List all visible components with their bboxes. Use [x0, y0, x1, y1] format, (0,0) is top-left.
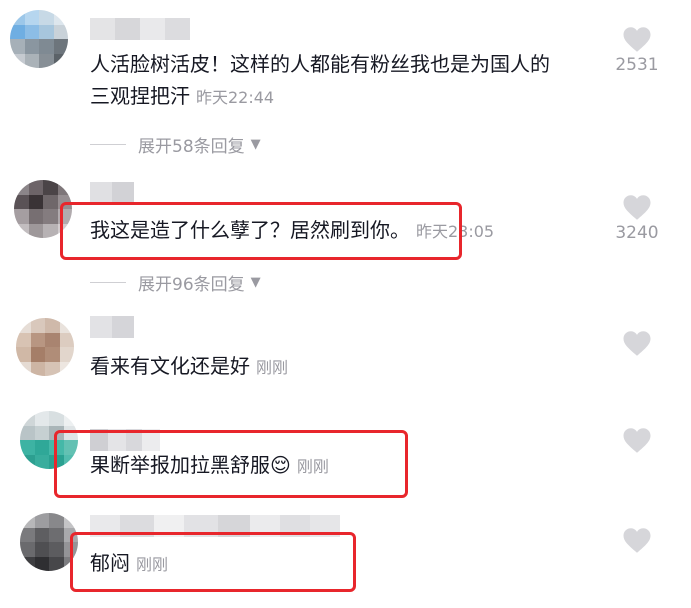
comment-time: 昨天22:44 [196, 88, 275, 107]
avatar[interactable] [20, 513, 78, 571]
comment-text-line: 人活脸树活皮！这样的人都能有粉丝我也是为国人的 [90, 52, 550, 76]
comment-text: 郁闷 刚刚 [90, 547, 168, 581]
comment-item: 看来有文化还是好 刚刚 [0, 310, 691, 405]
comment-text: 我这是造了什么孽了？居然刷到你。 昨天23:05 [90, 214, 494, 248]
expand-replies-button[interactable]: 展开96条回复 ▼ [90, 270, 261, 295]
comment-item: 郁闷 刚刚 [0, 505, 691, 608]
heart-icon [623, 195, 651, 220]
comment-text: 人活脸树活皮！这样的人都能有粉丝我也是为国人的 三观捏把汗 昨天22:44 [90, 48, 550, 114]
avatar[interactable] [16, 318, 74, 376]
comment-text-line: 三观捏把汗 昨天22:44 [90, 80, 550, 114]
like-button[interactable]: 3240 [607, 194, 667, 243]
avatar[interactable] [10, 10, 68, 68]
comment-time: 昨天23:05 [416, 222, 495, 241]
heart-icon [623, 528, 651, 553]
comment-text-line: 郁闷 [90, 551, 130, 575]
like-button[interactable] [607, 330, 667, 357]
like-button[interactable] [607, 427, 667, 454]
comment-time: 刚刚 [136, 555, 169, 574]
username-blurred[interactable] [90, 316, 134, 338]
relieved-face-emoji: 😌 [270, 453, 291, 477]
comment-time: 刚刚 [296, 457, 329, 476]
heart-icon [623, 331, 651, 356]
expand-replies-label: 展开96条回复 [138, 275, 245, 295]
avatar[interactable] [20, 411, 78, 469]
username-blurred[interactable] [90, 429, 160, 451]
comment-item: 果断举报加拉黑舒服😌 刚刚 [0, 405, 691, 505]
like-count: 2531 [615, 55, 659, 75]
username-blurred[interactable] [90, 515, 340, 537]
divider-line [90, 282, 126, 283]
comment-time: 刚刚 [256, 358, 289, 377]
avatar[interactable] [14, 180, 72, 238]
username-blurred[interactable] [90, 182, 134, 204]
comment-text-line: 我这是造了什么孽了？居然刷到你。 [90, 218, 410, 242]
like-button[interactable]: 2531 [607, 26, 667, 75]
triangle-down-icon: ▼ [250, 137, 261, 152]
triangle-down-icon: ▼ [250, 275, 261, 290]
expand-replies-label: 展开58条回复 [138, 137, 245, 157]
comment-text: 果断举报加拉黑舒服😌 刚刚 [90, 449, 329, 483]
comment-item: 我这是造了什么孽了？居然刷到你。 昨天23:05 3240 展开96条回复 ▼ [0, 170, 691, 310]
comment-item: 人活脸树活皮！这样的人都能有粉丝我也是为国人的 三观捏把汗 昨天22:44 253… [0, 0, 691, 170]
comment-text: 看来有文化还是好 刚刚 [90, 350, 288, 384]
heart-icon [623, 27, 651, 52]
comment-text-line: 看来有文化还是好 [90, 354, 250, 378]
username-blurred[interactable] [90, 18, 190, 40]
comment-text-line: 果断举报加拉黑舒服 [90, 453, 270, 477]
like-button[interactable] [607, 527, 667, 554]
heart-icon [623, 428, 651, 453]
like-count: 3240 [615, 223, 659, 243]
comment-text-tail: 三观捏把汗 [90, 84, 190, 108]
expand-replies-button[interactable]: 展开58条回复 ▼ [90, 132, 261, 157]
divider-line [90, 144, 126, 145]
